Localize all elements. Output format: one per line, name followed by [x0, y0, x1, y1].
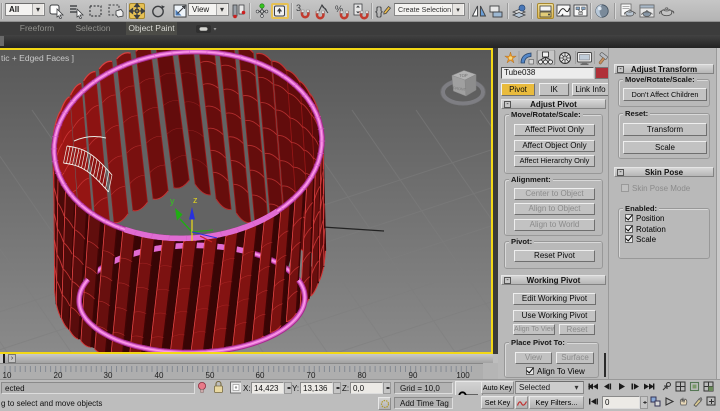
svg-text:y: y — [170, 196, 175, 206]
svg-text:TOP: TOP — [459, 73, 468, 79]
svg-text:3: 3 — [296, 3, 301, 13]
svg-text:z: z — [193, 195, 198, 205]
svg-text:{}: {} — [375, 4, 383, 18]
